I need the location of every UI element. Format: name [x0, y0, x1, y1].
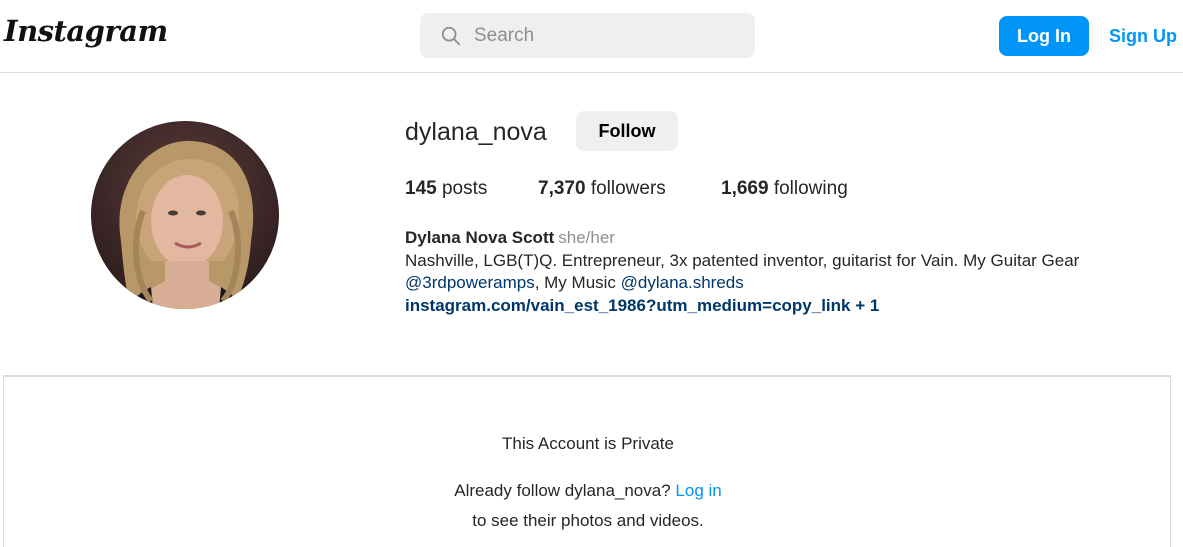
- mention-link-3rdpoweramps[interactable]: @3rdpoweramps: [405, 273, 535, 292]
- posts-number: 145: [405, 178, 437, 199]
- mention-link-dylana-shreds[interactable]: @dylana.shreds: [621, 273, 744, 292]
- already-follow-line: Already follow dylana_nova? Log in: [4, 481, 1172, 501]
- log-in-button[interactable]: Log In: [999, 16, 1089, 56]
- avatar[interactable]: [91, 121, 279, 309]
- follow-button[interactable]: Follow: [576, 111, 678, 151]
- posts-label: posts: [441, 178, 488, 199]
- top-navigation-bar: Instagram Log In Sign Up: [0, 0, 1183, 73]
- following-count[interactable]: 1,669 following: [721, 178, 848, 200]
- full-name: Dylana Nova Scott: [405, 228, 555, 247]
- profile-username: dylana_nova: [405, 118, 547, 146]
- bio-text: Nashville, LGB(T)Q. Entrepreneur, 3x pat…: [405, 251, 1080, 270]
- following-number: 1,669: [721, 178, 769, 199]
- profile-name-line: Dylana Nova Scott she/her: [405, 228, 615, 248]
- log-in-link[interactable]: Log in: [675, 481, 721, 500]
- bio-text-mid: , My Music: [534, 273, 621, 292]
- instagram-logo[interactable]: Instagram: [4, 14, 168, 48]
- search-icon: [441, 26, 461, 46]
- search-box[interactable]: [420, 13, 755, 58]
- followers-count[interactable]: 7,370 followers: [538, 178, 666, 200]
- profile-photo: [91, 121, 279, 309]
- followers-number: 7,370: [538, 178, 586, 199]
- profile-website-link[interactable]: instagram.com/vain_est_1986?utm_medium=c…: [405, 296, 879, 316]
- search-input[interactable]: [474, 13, 744, 58]
- posts-count: 145 posts: [405, 178, 487, 200]
- private-account-title: This Account is Private: [502, 434, 674, 453]
- following-label: following: [773, 178, 848, 199]
- followers-label: followers: [590, 178, 666, 199]
- see-photos-text: to see their photos and videos.: [472, 511, 704, 530]
- pronouns: she/her: [558, 228, 615, 247]
- sign-up-link[interactable]: Sign Up: [1109, 26, 1177, 47]
- already-follow-text: Already follow dylana_nova?: [454, 481, 671, 500]
- private-account-panel: This Account is Private Already follow d…: [3, 375, 1171, 547]
- bio-text-continued: @3rdpoweramps, My Music @dylana.shreds: [405, 273, 744, 293]
